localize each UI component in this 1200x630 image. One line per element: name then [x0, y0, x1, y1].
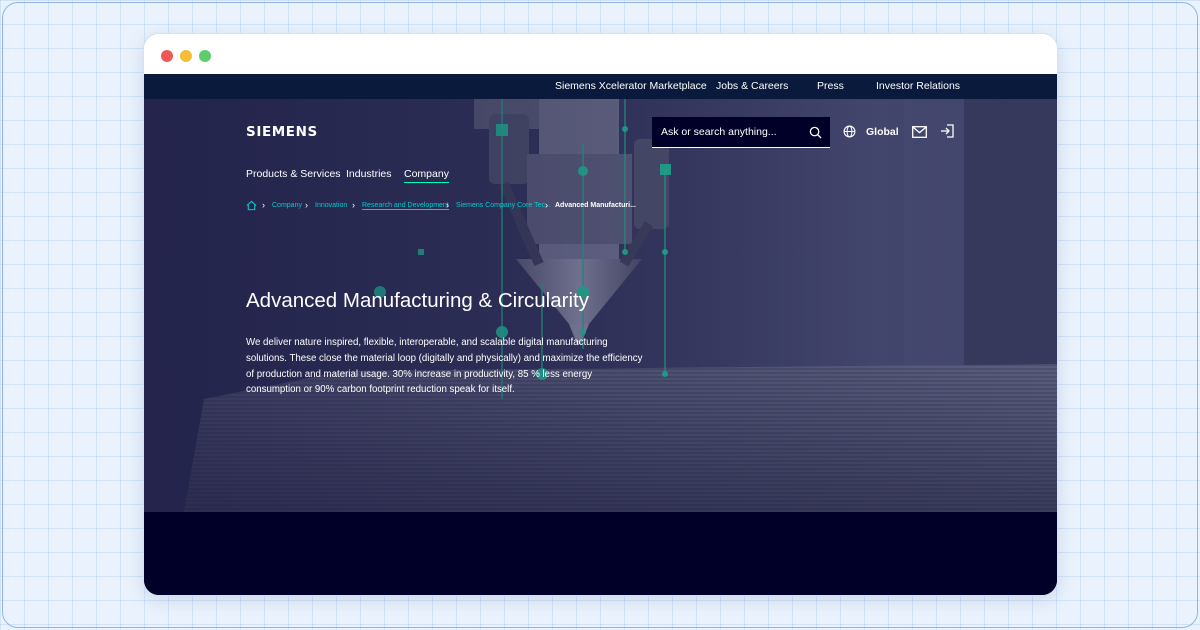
- nav-products-services[interactable]: Products & Services: [246, 168, 341, 180]
- topbar-link-xcelerator-marketplace[interactable]: Siemens Xcelerator Marketplace: [555, 80, 707, 92]
- top-utility-bar: Siemens Xcelerator Marketplace Jobs & Ca…: [144, 74, 1057, 99]
- close-window-button[interactable]: [161, 50, 173, 62]
- minimize-window-button[interactable]: [180, 50, 192, 62]
- search-icon[interactable]: [809, 126, 822, 139]
- region-selector[interactable]: Global: [866, 126, 899, 138]
- mail-icon[interactable]: [912, 126, 927, 138]
- chevron-right-icon: ›: [446, 200, 449, 210]
- search-input[interactable]: [652, 117, 802, 147]
- login-icon[interactable]: [940, 124, 954, 138]
- chevron-right-icon: ›: [545, 200, 548, 210]
- window-titlebar: [144, 34, 1057, 74]
- breadcrumb-current-page: Advanced Manufacturi...: [555, 202, 636, 209]
- chevron-right-icon: ›: [305, 200, 308, 210]
- maximize-window-button[interactable]: [199, 50, 211, 62]
- breadcrumb-research-development[interactable]: Research and Development: [362, 202, 449, 210]
- search-box[interactable]: [652, 117, 830, 148]
- breadcrumb-innovation[interactable]: Innovation: [315, 202, 347, 209]
- hero-description: We deliver nature inspired, flexible, in…: [246, 337, 643, 396]
- breadcrumb-core-technologies[interactable]: Siemens Company Core Tec...: [456, 202, 551, 209]
- nav-company[interactable]: Company: [404, 168, 449, 183]
- content-area: [144, 512, 1057, 595]
- breadcrumb-company[interactable]: Company: [272, 202, 302, 209]
- topbar-link-investor-relations[interactable]: Investor Relations: [876, 80, 960, 92]
- siemens-page: Siemens Xcelerator Marketplace Jobs & Ca…: [144, 74, 1057, 595]
- topbar-link-press[interactable]: Press: [817, 80, 844, 92]
- globe-icon[interactable]: [843, 125, 856, 138]
- chevron-right-icon: ›: [262, 200, 265, 210]
- nav-industries[interactable]: Industries: [346, 168, 392, 180]
- topbar-link-jobs-careers[interactable]: Jobs & Careers: [716, 80, 788, 92]
- chevron-right-icon: ›: [352, 200, 355, 210]
- page-title: Advanced Manufacturing & Circularity: [246, 289, 589, 312]
- home-icon[interactable]: [246, 200, 257, 211]
- browser-window: Siemens Xcelerator Marketplace Jobs & Ca…: [143, 33, 1058, 596]
- hero-section: SIEMENS Global: [144, 99, 1057, 512]
- siemens-logo[interactable]: SIEMENS: [246, 124, 318, 140]
- breadcrumb: › Company › Innovation › Research and De…: [246, 200, 706, 214]
